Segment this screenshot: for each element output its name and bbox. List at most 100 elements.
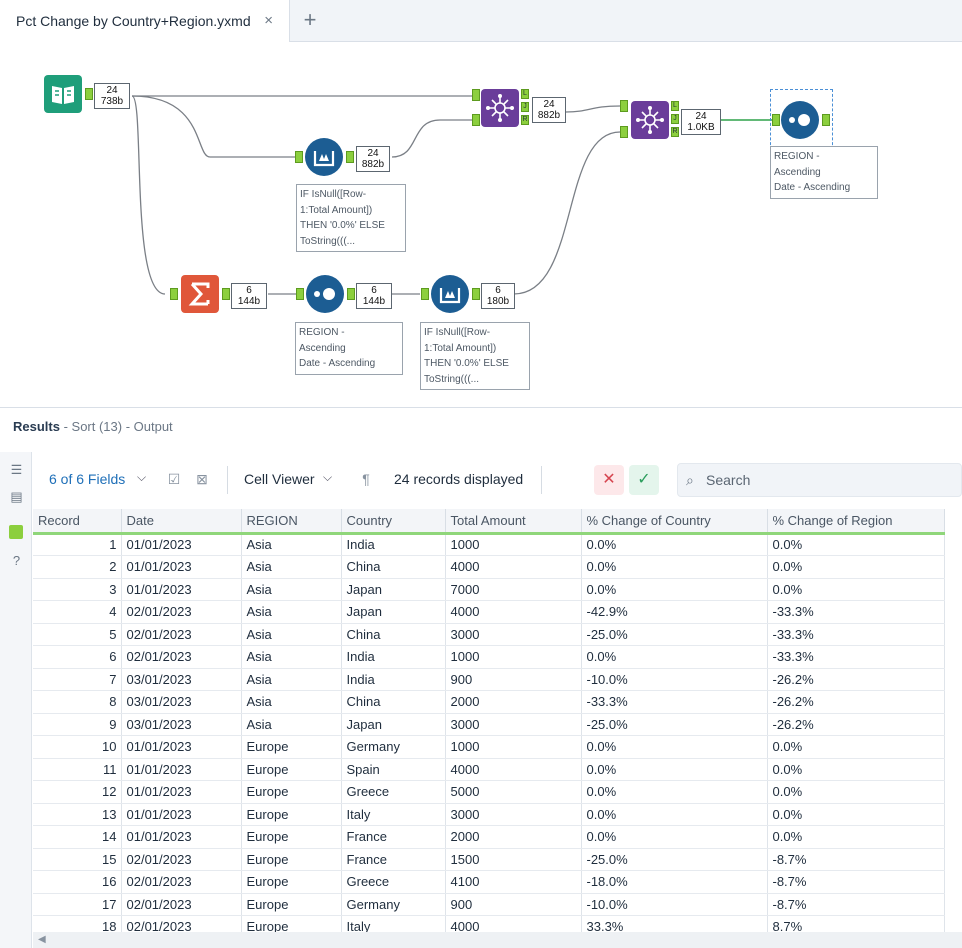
table-cell[interactable]: Greece [341,780,446,804]
table-cell[interactable]: 01/01/2023 [121,578,242,601]
table-cell[interactable]: 8.7% [767,915,945,932]
table-cell[interactable]: 0.0% [767,758,945,781]
chevron-down-icon[interactable]: ⌵ [323,470,332,485]
table-cell[interactable]: 3000 [445,623,582,646]
table-cell[interactable]: -33.3% [767,600,945,624]
record-number-cell[interactable]: 2 [33,555,122,579]
join-r-output[interactable]: R [671,127,679,137]
formula-tool[interactable] [431,275,469,313]
table-cell[interactable]: 0.0% [581,533,768,556]
cancel-button[interactable]: ✕ [594,465,624,495]
table-cell[interactable]: 4100 [445,870,582,894]
record-number-cell[interactable]: 12 [33,780,122,804]
table-cell[interactable]: Greece [341,870,446,894]
join-right-anchor[interactable] [472,114,480,126]
table-cell[interactable]: Europe [241,780,342,804]
record-number-cell[interactable]: 8 [33,690,122,714]
record-number-cell[interactable]: 7 [33,668,122,691]
table-cell[interactable]: 7000 [445,578,582,601]
table-cell[interactable]: Italy [341,803,446,826]
table-cell[interactable]: India [341,668,446,691]
pilcrow-icon[interactable]: ¶ [357,470,375,488]
table-row[interactable]: 15 02/01/2023 Europe France 1500 -25.0% -8.7% [33,848,945,871]
output-anchor-icon[interactable] [9,525,23,539]
table-cell[interactable]: China [341,690,446,714]
table-cell[interactable]: Europe [241,735,342,759]
add-tab-button[interactable]: + [298,8,322,32]
table-cell[interactable]: -25.0% [581,713,768,736]
table-cell[interactable]: 0.0% [767,735,945,759]
join-j-output[interactable]: J [671,114,679,124]
table-cell[interactable]: 03/01/2023 [121,713,242,736]
table-cell[interactable]: 0.0% [581,735,768,759]
chevron-down-icon[interactable]: ⌵ [137,470,146,485]
table-cell[interactable]: Asia [241,645,342,669]
table-cell[interactable]: -8.7% [767,870,945,894]
table-cell[interactable]: 33.3% [581,915,768,932]
table-icon[interactable]: ▤ [9,489,24,504]
record-number-cell[interactable]: 6 [33,645,122,669]
table-row[interactable]: 7 03/01/2023 Asia India 900 -10.0% -26.2% [33,668,945,691]
record-number-cell[interactable]: 15 [33,848,122,871]
table-cell[interactable]: 02/01/2023 [121,623,242,646]
column-header[interactable]: Country [341,509,446,535]
table-cell[interactable]: 1000 [445,735,582,759]
table-cell[interactable]: Germany [341,893,446,916]
table-cell[interactable]: China [341,623,446,646]
table-cell[interactable]: Asia [241,578,342,601]
output-anchor[interactable] [347,288,355,300]
table-cell[interactable]: 3000 [445,803,582,826]
table-cell[interactable]: 01/01/2023 [121,555,242,579]
join-tool[interactable] [631,101,669,139]
table-cell[interactable]: -42.9% [581,600,768,624]
sort-tool[interactable] [781,101,819,139]
record-number-cell[interactable]: 14 [33,825,122,849]
table-cell[interactable]: Germany [341,735,446,759]
table-cell[interactable]: 0.0% [581,555,768,579]
table-cell[interactable]: 1500 [445,848,582,871]
table-cell[interactable]: 4000 [445,600,582,624]
table-cell[interactable]: 03/01/2023 [121,690,242,714]
input-anchor[interactable] [170,288,178,300]
record-number-cell[interactable]: 5 [33,623,122,646]
list-icon[interactable]: ☰ [9,462,24,477]
scroll-left-icon[interactable]: ◀ [38,934,46,945]
table-cell[interactable]: 02/01/2023 [121,600,242,624]
output-anchor[interactable] [222,288,230,300]
table-row[interactable]: 13 01/01/2023 Europe Italy 3000 0.0% 0.0% [33,803,945,826]
output-anchor[interactable] [472,288,480,300]
table-cell[interactable]: Europe [241,915,342,932]
table-cell[interactable]: Spain [341,758,446,781]
join-r-output[interactable]: R [521,115,529,125]
table-cell[interactable]: Europe [241,848,342,871]
workflow-tab[interactable]: Pct Change by Country+Region.yxmd × [0,0,290,42]
table-cell[interactable]: 01/01/2023 [121,803,242,826]
column-header[interactable]: Date [121,509,242,535]
table-row[interactable]: 10 01/01/2023 Europe Germany 1000 0.0% 0.0% [33,735,945,759]
table-row[interactable]: 5 02/01/2023 Asia China 3000 -25.0% -33.3% [33,623,945,646]
table-cell[interactable]: -10.0% [581,893,768,916]
table-cell[interactable]: 0.0% [767,533,945,556]
table-cell[interactable]: India [341,645,446,669]
join-left-anchor[interactable] [472,89,480,101]
input-anchor[interactable] [295,151,303,163]
table-cell[interactable]: France [341,825,446,849]
table-cell[interactable]: 4000 [445,758,582,781]
table-cell[interactable]: 01/01/2023 [121,735,242,759]
help-icon[interactable]: ? [9,553,24,568]
table-cell[interactable]: 01/01/2023 [121,758,242,781]
table-row[interactable]: 9 03/01/2023 Asia Japan 3000 -25.0% -26.2% [33,713,945,736]
record-number-cell[interactable]: 18 [33,915,122,932]
table-cell[interactable]: 0.0% [581,803,768,826]
workflow-canvas[interactable]: 24 738b 24 882b IF IsNull([Row- 1:Total Am… [0,42,962,408]
table-cell[interactable]: Asia [241,668,342,691]
table-cell[interactable]: 0.0% [581,645,768,669]
table-cell[interactable]: Europe [241,758,342,781]
table-cell[interactable]: 5000 [445,780,582,804]
table-cell[interactable]: 01/01/2023 [121,533,242,556]
table-cell[interactable]: 02/01/2023 [121,645,242,669]
input-anchor[interactable] [296,288,304,300]
join-l-output[interactable]: L [671,101,679,111]
table-cell[interactable]: -25.0% [581,623,768,646]
table-cell[interactable]: 0.0% [767,825,945,849]
